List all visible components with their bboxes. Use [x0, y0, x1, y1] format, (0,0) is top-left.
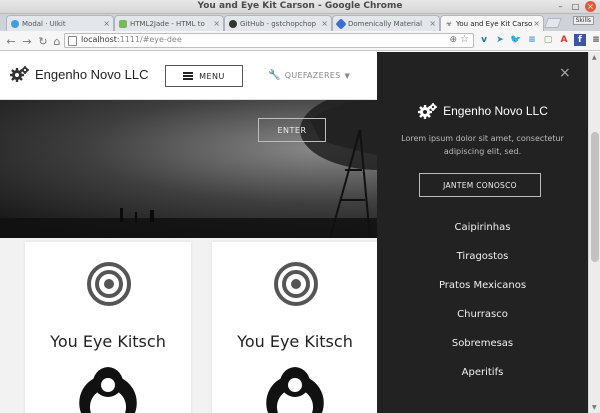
tab-strip: Modal · UIkit × HTML2Jade - HTML to × Gi…: [0, 14, 600, 31]
wrench-icon: 🔧: [268, 70, 281, 81]
panel-nav-item[interactable]: Churrasco: [377, 309, 588, 338]
enter-button[interactable]: ENTER: [258, 118, 326, 142]
panel-nav-item[interactable]: Aperitifs: [377, 367, 588, 396]
page-icon: [68, 36, 77, 46]
github-icon: [229, 19, 237, 28]
panel-nav-item[interactable]: Caipirinhas: [377, 222, 588, 251]
quefazeres-dropdown[interactable]: 🔧 QUEFAZERES ▼: [268, 70, 350, 81]
page-scrollbar[interactable]: ▲ ▼: [588, 52, 600, 413]
feature-card[interactable]: You Eye Kitsch: [25, 242, 191, 413]
offcanvas-menu: × Engenho Novo LLC Lorem ipsum dolor sit…: [377, 52, 588, 413]
extension-v-icon[interactable]: v: [478, 34, 490, 46]
scrollbar-thumb[interactable]: [591, 132, 599, 262]
menu-button[interactable]: MENU: [165, 65, 243, 87]
quefazeres-label: QUEFAZERES: [284, 71, 341, 80]
card-title: You Eye Kitsch: [237, 332, 353, 351]
tab-label: Modal · UIkit: [22, 19, 66, 28]
material-icon: [335, 17, 347, 30]
tab-github[interactable]: GitHub - gstchopchop ×: [224, 15, 332, 31]
chrome-menu-icon[interactable]: ≡: [590, 34, 600, 46]
tab-close-icon[interactable]: ×: [103, 19, 110, 28]
gears-icon: [10, 66, 29, 82]
target-icon: [87, 262, 131, 306]
tab-label: Domenically Material: [348, 19, 423, 28]
home-icon[interactable]: ⌂: [50, 34, 64, 48]
scroll-down-icon[interactable]: ▼: [592, 404, 597, 411]
window-title: You and Eye Kit Carson - Google Chrome: [197, 1, 403, 11]
back-icon[interactable]: ←: [4, 34, 18, 48]
twitter-icon[interactable]: 🐦: [510, 34, 522, 46]
tab-you-and-eye[interactable]: ☣ You and Eye Kit Carso ×: [440, 15, 544, 31]
browser-toolbar: ← → ↻ ⌂ localhost:1111/#eye-dee ⊕ ☆ v ➤ …: [0, 31, 600, 51]
scroll-up-icon[interactable]: ▲: [592, 54, 597, 61]
new-tab-button[interactable]: [544, 18, 562, 28]
reload-icon[interactable]: ↻: [36, 34, 50, 48]
minimize-icon[interactable]: –: [555, 1, 566, 12]
tab-label: GitHub - gstchopchop: [240, 19, 317, 28]
gears-icon: [418, 103, 438, 119]
window-titlebar: You and Eye Kit Carson - Google Chrome –…: [0, 0, 600, 14]
tab-modal-uikit[interactable]: Modal · UIkit ×: [6, 15, 114, 31]
panel-nav-list: Caipirinhas Tiragostos Pratos Mexicanos …: [377, 222, 588, 396]
biohazard-favicon-icon: ☣: [445, 19, 453, 28]
site-brand-name: Engenho Novo LLC: [35, 66, 149, 82]
page-viewport: Engenho Novo LLC MENU 🔧 QUEFAZERES ▼ ENT…: [0, 52, 588, 413]
tab-close-icon[interactable]: ×: [321, 19, 328, 28]
extension-bars-icon[interactable]: ≡: [526, 34, 538, 46]
tab-domenically-material[interactable]: Domenically Material ×: [332, 15, 440, 31]
uikit-icon: [11, 19, 19, 28]
tab-close-icon[interactable]: ×: [533, 19, 540, 28]
tab-label: You and Eye Kit Carso: [456, 19, 533, 28]
panel-tagline: Lorem ipsum dolor sit amet, consectetur …: [401, 134, 564, 156]
tab-close-icon[interactable]: ×: [429, 19, 436, 28]
target-icon: [274, 262, 318, 306]
card-title: You Eye Kitsch: [50, 332, 166, 351]
extension-a-icon[interactable]: A: [558, 34, 570, 46]
profile-chip[interactable]: Skills: [572, 16, 594, 25]
extension-square-icon[interactable]: ▢: [542, 34, 554, 46]
forward-icon[interactable]: →: [20, 34, 34, 48]
hamburger-icon: [183, 72, 194, 80]
close-icon[interactable]: ×: [559, 65, 571, 81]
panel-nav-item[interactable]: Sobremesas: [377, 338, 588, 367]
zoom-icon[interactable]: ⊕: [449, 35, 457, 45]
html2jade-icon: [119, 19, 127, 28]
caret-down-icon: ▼: [344, 71, 351, 80]
facebook-icon[interactable]: f: [574, 34, 586, 46]
join-us-button[interactable]: JANTEM CONOSCO: [419, 173, 541, 197]
feature-card[interactable]: You Eye Kitsch: [212, 242, 378, 413]
panel-brand-name: Engenho Novo LLC: [443, 104, 548, 118]
biohazard-icon: [266, 367, 324, 413]
biohazard-icon: [79, 367, 137, 413]
site-brand[interactable]: Engenho Novo LLC: [9, 65, 148, 83]
tab-html2jade[interactable]: HTML2Jade - HTML to ×: [114, 15, 224, 31]
address-bar[interactable]: localhost:1111/#eye-dee ⊕ ☆: [64, 33, 474, 48]
tab-label: HTML2Jade - HTML to: [130, 19, 205, 28]
panel-brand: Engenho Novo LLC: [377, 102, 588, 120]
maximize-icon[interactable]: □: [570, 1, 581, 12]
menu-button-label: MENU: [199, 71, 225, 81]
url-text[interactable]: localhost:1111/#eye-dee: [81, 35, 182, 44]
window-close-icon[interactable]: ×: [585, 1, 596, 12]
bookmark-star-icon[interactable]: ☆: [460, 34, 469, 45]
panel-nav-item[interactable]: Pratos Mexicanos: [377, 280, 588, 309]
tab-close-icon[interactable]: ×: [213, 19, 220, 28]
extension-arrow-icon[interactable]: ➤: [494, 34, 506, 46]
panel-nav-item[interactable]: Tiragostos: [377, 251, 588, 280]
